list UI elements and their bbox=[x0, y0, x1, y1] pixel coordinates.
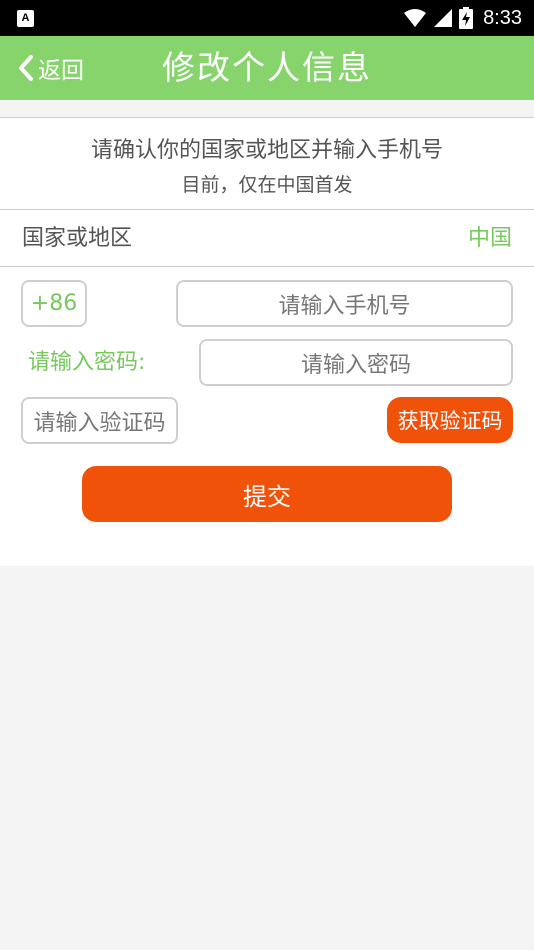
notice-main-text: 请确认你的国家或地区并输入手机号 bbox=[90, 138, 443, 163]
notice-sub-text: 目前，仅在中国首发 bbox=[181, 174, 353, 196]
verification-code-input[interactable]: 请输入验证码 bbox=[21, 397, 178, 444]
page-title: 修改个人信息 bbox=[162, 48, 372, 87]
app-bar: 返回 修改个人信息 bbox=[0, 36, 534, 100]
status-bar: A 8:33 bbox=[0, 0, 534, 36]
get-code-button[interactable]: 获取验证码 bbox=[387, 397, 513, 443]
password-label: 请输入密码: bbox=[28, 350, 146, 375]
notice-section: 请确认你的国家或地区并输入手机号 目前，仅在中国首发 bbox=[0, 118, 534, 210]
signal-icon bbox=[434, 9, 453, 27]
country-code-button[interactable]: +86 bbox=[21, 280, 87, 327]
region-label: 国家或地区 bbox=[22, 226, 133, 251]
form-card: 请确认你的国家或地区并输入手机号 目前，仅在中国首发 国家或地区 中国 +86 … bbox=[0, 117, 534, 566]
status-icons: 8:33 bbox=[403, 0, 522, 36]
password-input[interactable]: 请输入密码 bbox=[199, 339, 513, 386]
notification-app-icon: A bbox=[17, 10, 34, 27]
phone-input[interactable]: 请输入手机号 bbox=[176, 280, 513, 327]
battery-charging-icon bbox=[459, 7, 474, 29]
region-row[interactable]: 国家或地区 中国 bbox=[0, 210, 534, 267]
status-time: 8:33 bbox=[483, 6, 522, 29]
wifi-icon bbox=[404, 9, 427, 27]
submit-button[interactable]: 提交 bbox=[82, 466, 452, 522]
region-value[interactable]: 中国 bbox=[468, 210, 512, 267]
